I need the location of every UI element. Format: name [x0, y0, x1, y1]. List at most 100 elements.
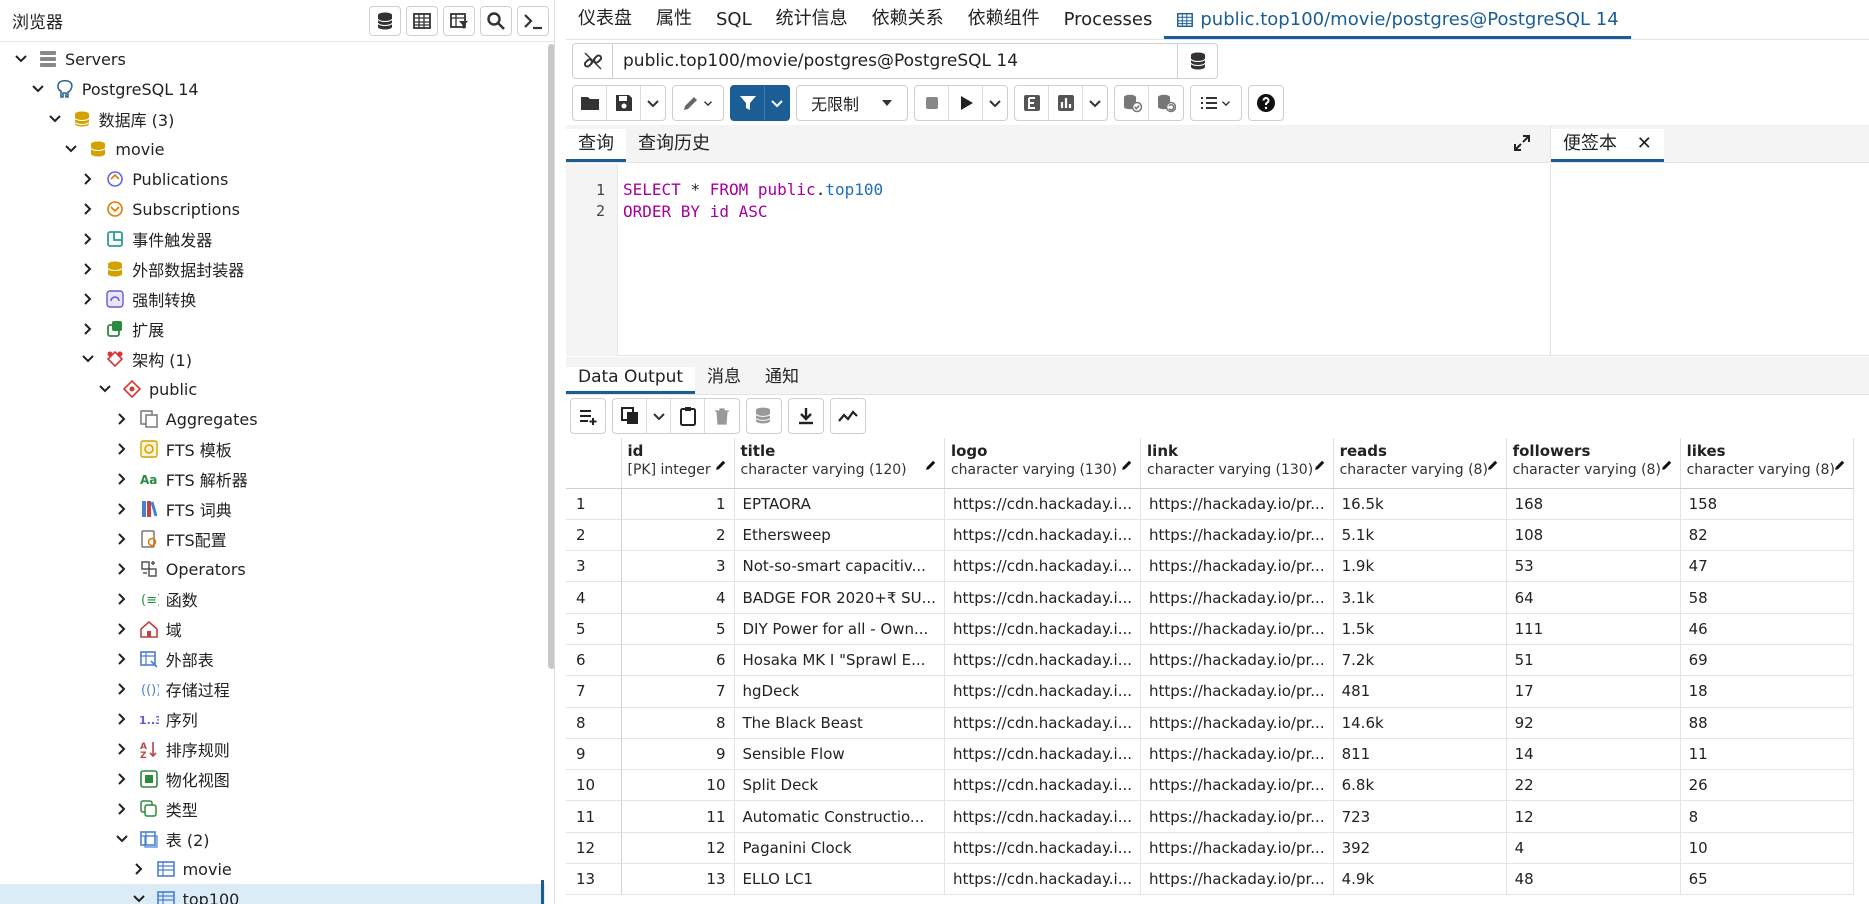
download-button[interactable] [789, 399, 823, 433]
search-objects-button[interactable] [480, 5, 512, 36]
table-cell[interactable]: https://hackaday.io/pr... [1140, 738, 1334, 771]
table-cell[interactable]: 4 [1506, 832, 1681, 865]
explain-analyze-button[interactable] [1049, 86, 1083, 120]
tab-processes[interactable]: Processes [1052, 9, 1165, 39]
tab-notifications[interactable]: 通知 [753, 362, 811, 394]
tree-item-[interactable]: 强制转换 [0, 284, 545, 314]
rollback-button[interactable] [1149, 86, 1183, 120]
table-cell[interactable]: 11 [1680, 738, 1854, 771]
table-cell[interactable]: https://hackaday.io/pr... [1140, 644, 1334, 677]
table-cell[interactable]: 12 [621, 832, 735, 865]
chevron-down-icon[interactable] [62, 140, 80, 158]
tree-item-public[interactable]: public [0, 374, 545, 404]
table-cell[interactable]: 11 [621, 800, 735, 833]
table-cell[interactable]: 18 [1680, 675, 1854, 708]
table-cell[interactable]: https://cdn.hackaday.i... [944, 488, 1142, 520]
table-cell[interactable]: hgDeck [734, 675, 945, 708]
tree-item-[interactable]: A Z 排序规则 [0, 734, 545, 764]
scratch-pad-body[interactable] [1550, 164, 1869, 356]
table-cell[interactable]: DIY Power for all - Own... [734, 613, 945, 645]
table-cell[interactable]: https://cdn.hackaday.i... [944, 519, 1142, 552]
table-cell[interactable]: https://hackaday.io/pr... [1140, 613, 1334, 645]
tree-item-fts[interactable]: FTS 模板 [0, 434, 545, 464]
table-cell[interactable]: 51 [1506, 644, 1681, 677]
row-limit-select[interactable]: 无限制 [797, 86, 907, 120]
table-cell[interactable]: https://hackaday.io/pr... [1140, 675, 1334, 708]
table-cell[interactable]: 5 [621, 613, 735, 645]
table-cell[interactable]: https://hackaday.io/pr... [1140, 832, 1334, 865]
table-cell[interactable]: https://hackaday.io/pr... [1140, 488, 1334, 520]
stop-query-button[interactable] [915, 86, 949, 120]
filter-options-dropdown[interactable] [765, 86, 789, 120]
tab-dependencies[interactable]: 依赖关系 [860, 4, 956, 39]
chevron-right-icon[interactable] [113, 500, 131, 518]
view-data-button[interactable] [406, 5, 438, 36]
table-cell[interactable]: https://hackaday.io/pr... [1140, 707, 1334, 739]
chevron-right-icon[interactable] [113, 650, 131, 668]
delete-row-button[interactable] [705, 399, 739, 433]
table-row[interactable]: 1 1 EPTAORA https://cdn.hackaday.i... https:… [566, 488, 1854, 520]
table-cell[interactable]: 6.8k [1333, 769, 1507, 802]
chevron-right-icon[interactable] [79, 290, 97, 308]
execute-options-dropdown[interactable] [983, 86, 1007, 120]
tree-item-[interactable]: (()) 存储过程 [0, 674, 545, 704]
tab-properties[interactable]: 属性 [644, 4, 704, 39]
row-number[interactable]: 9 [566, 738, 622, 771]
tab-statistics[interactable]: 统计信息 [764, 4, 860, 39]
chevron-right-icon[interactable] [79, 260, 97, 278]
table-cell[interactable]: 48 [1506, 863, 1681, 896]
table-cell[interactable]: 14.6k [1333, 707, 1507, 739]
tree-item-aggregates[interactable]: Aggregates [0, 404, 545, 434]
table-cell[interactable]: 82 [1680, 519, 1854, 552]
table-cell[interactable]: 5.1k [1333, 519, 1507, 552]
tree-item-[interactable]: 物化视图 [0, 764, 545, 794]
tree-item-fts[interactable]: FTS 词典 [0, 494, 545, 524]
table-cell[interactable]: 6 [621, 644, 735, 677]
table-cell[interactable]: 1 [621, 488, 735, 520]
table-cell[interactable]: Paganini Clock [734, 832, 945, 865]
table-cell[interactable]: 88 [1680, 707, 1854, 739]
row-number[interactable]: 5 [566, 613, 622, 645]
query-tool-button[interactable] [369, 5, 401, 36]
chevron-down-icon[interactable] [29, 80, 47, 98]
tab-query-history[interactable]: 查询历史 [626, 129, 722, 162]
table-cell[interactable]: Split Deck [734, 769, 945, 802]
new-connection-button[interactable] [1177, 44, 1217, 78]
paste-button[interactable] [671, 399, 705, 433]
row-number[interactable]: 12 [566, 832, 622, 865]
expand-icon[interactable] [1512, 133, 1532, 157]
table-cell[interactable]: 53 [1506, 550, 1681, 583]
table-cell[interactable]: 13 [621, 863, 735, 896]
table-cell[interactable]: https://cdn.hackaday.i... [944, 550, 1142, 583]
tree-item-subscriptions[interactable]: Subscriptions [0, 194, 545, 224]
table-row[interactable]: 13 13 ELLO LC1 https://cdn.hackaday.i... htt… [566, 863, 1854, 896]
table-cell[interactable]: Sensible Flow [734, 738, 945, 771]
table-cell[interactable]: 392 [1333, 832, 1507, 865]
table-cell[interactable]: 811 [1333, 738, 1507, 771]
table-cell[interactable]: EPTAORA [734, 488, 945, 520]
table-cell[interactable]: 46 [1680, 613, 1854, 645]
table-cell[interactable]: Automatic Constructio... [734, 800, 945, 833]
chevron-right-icon[interactable] [79, 200, 97, 218]
copy-options-dropdown[interactable] [647, 399, 671, 433]
table-row[interactable]: 9 9 Sensible Flow https://cdn.hackaday.i...… [566, 738, 1854, 771]
table-cell[interactable]: ELLO LC1 [734, 863, 945, 896]
column-header[interactable]: title character varying (120) [734, 438, 945, 489]
table-cell[interactable]: Not-so-smart capacitiv... [734, 550, 945, 583]
chevron-right-icon[interactable] [113, 530, 131, 548]
chevron-down-icon[interactable] [79, 350, 97, 368]
table-cell[interactable]: 14 [1506, 738, 1681, 771]
tree-item-[interactable]: (≡) 函数 [0, 584, 545, 614]
tree-item-operators[interactable]: Operators [0, 554, 545, 584]
explain-options-dropdown[interactable] [1083, 86, 1107, 120]
chevron-right-icon[interactable] [113, 800, 131, 818]
table-cell[interactable]: 3.1k [1333, 581, 1507, 614]
save-data-button[interactable] [747, 399, 781, 433]
edit-column-icon[interactable] [1486, 458, 1500, 476]
row-number[interactable]: 7 [566, 675, 622, 708]
table-cell[interactable]: https://cdn.hackaday.i... [944, 675, 1142, 708]
chevron-right-icon[interactable] [79, 170, 97, 188]
table-cell[interactable]: 3 [621, 550, 735, 583]
chevron-down-icon[interactable] [12, 50, 30, 68]
edit-column-icon[interactable] [714, 458, 728, 476]
